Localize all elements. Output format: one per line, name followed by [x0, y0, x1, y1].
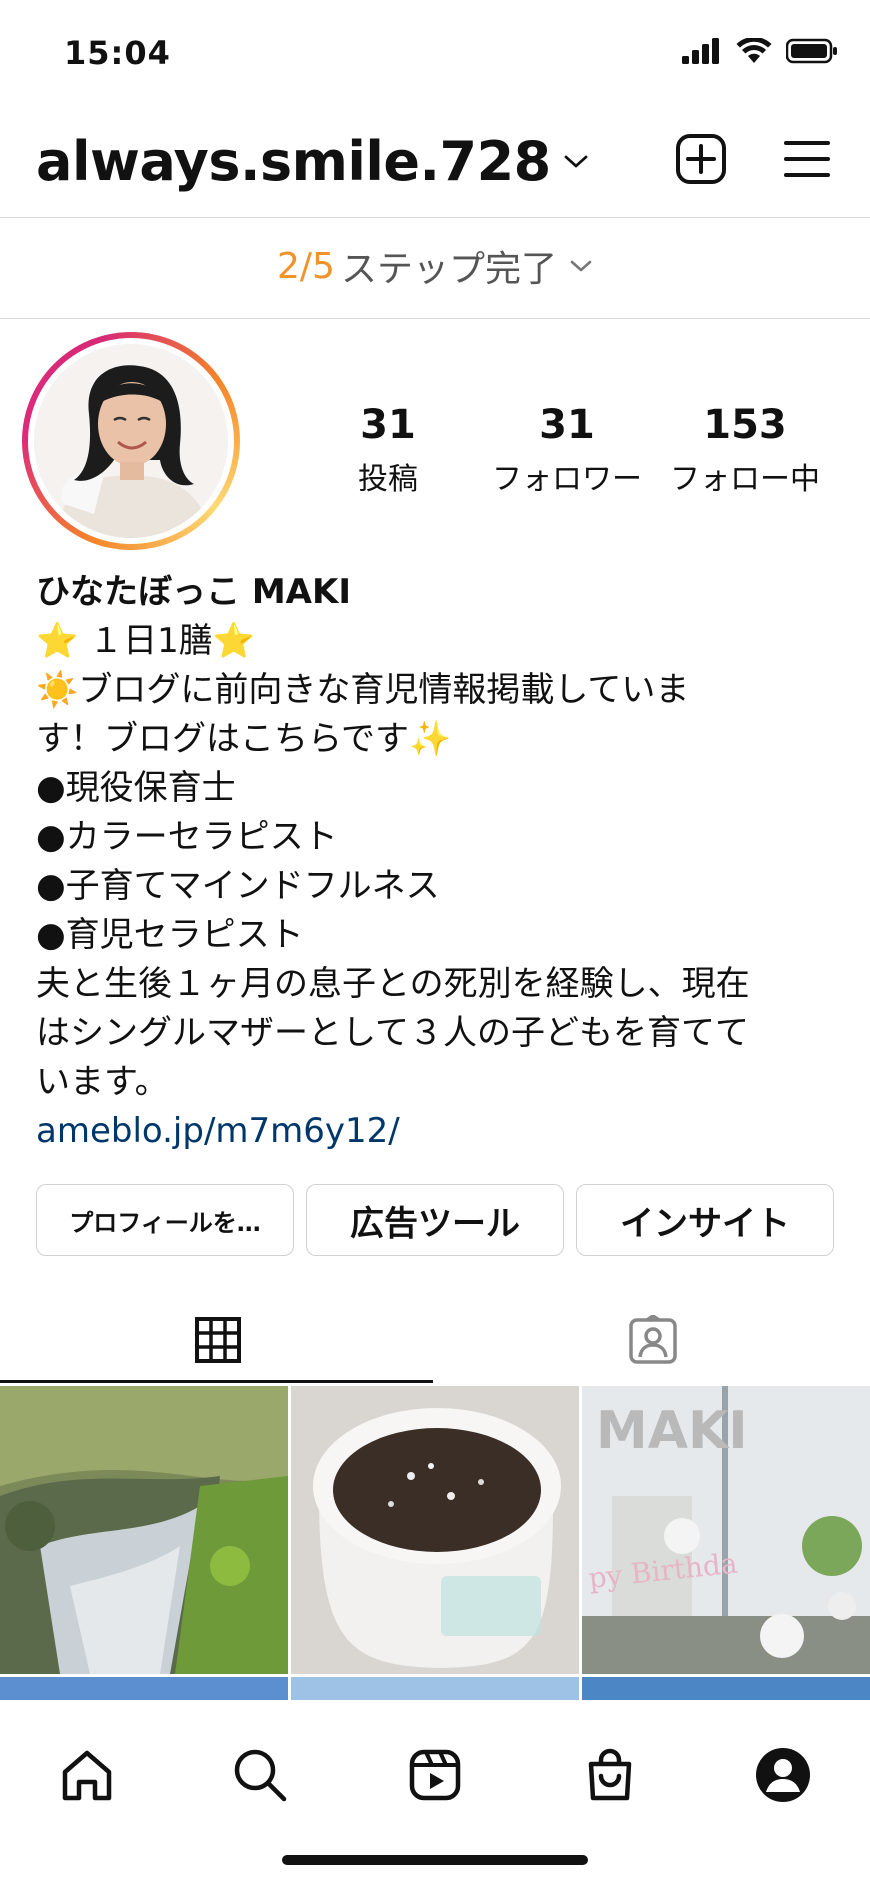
profile-avatar[interactable]: [22, 332, 240, 550]
bio-link[interactable]: ameblo.jp/m7m6y12/: [36, 1107, 836, 1156]
stat-following[interactable]: 153 フォロー中: [655, 402, 835, 498]
bio-line: 夫と生後１ヶ月の息子との死別を経験し、現在: [36, 964, 750, 1004]
post-thumbnail-stream[interactable]: [0, 1386, 288, 1674]
nav-home[interactable]: [52, 1740, 122, 1810]
search-icon: [234, 1749, 287, 1802]
active-tab-indicator: [0, 1380, 433, 1383]
display-name: ひなたぼっこ MAKI: [36, 572, 351, 612]
stat-followers-label: フォロワー: [492, 462, 642, 497]
battery-icon: [786, 38, 837, 64]
tab-grid[interactable]: [0, 1300, 435, 1380]
username: always.smile.728: [36, 130, 551, 193]
status-icons: [682, 38, 838, 64]
bio-line: ●現役保育士: [36, 768, 236, 808]
stat-following-count: 153: [703, 402, 787, 448]
steps-count: 2/5: [277, 245, 335, 287]
bio-line: ●カラーセラピスト: [36, 817, 338, 857]
stat-followers-count: 31: [539, 402, 595, 448]
signal-icon: [682, 38, 719, 64]
stat-posts-count: 31: [360, 402, 416, 448]
wifi-icon: [736, 38, 772, 63]
header-divider: [0, 217, 870, 218]
shopping-bag-icon: [588, 1748, 632, 1801]
tagged-person-icon: [628, 1315, 677, 1364]
bio-line: はシングルマザーとして３人の子どもを育てて: [36, 1013, 749, 1053]
home-icon: [62, 1750, 112, 1801]
create-post-button[interactable]: [674, 132, 728, 186]
edit-profile-button[interactable]: プロフィールを…: [36, 1184, 294, 1256]
stat-posts-label: 投稿: [358, 462, 418, 497]
tab-tagged[interactable]: [435, 1300, 870, 1380]
profile-icon: [756, 1748, 810, 1802]
bio-line: います。: [36, 1062, 169, 1102]
ad-tools-button[interactable]: 広告ツール: [306, 1184, 564, 1256]
nav-reels[interactable]: [400, 1740, 470, 1810]
steps-divider: [0, 318, 870, 319]
avatar-photo: [34, 344, 228, 538]
bio-line: ●子育てマインドフルネス: [36, 866, 440, 906]
steps-progress[interactable]: 2/5 ステップ完了: [0, 240, 870, 292]
profile-bio: ひなたぼっこ MAKI ⭐ １日1膳⭐ ☀️ブログに前向きな育児情報掲載していま…: [36, 568, 836, 1156]
menu-button[interactable]: [780, 132, 834, 186]
home-indicator: [282, 1855, 588, 1865]
nav-profile[interactable]: [748, 1740, 818, 1810]
chevron-down-icon: [570, 260, 592, 272]
plus-square-icon: [676, 134, 726, 184]
bio-line: ⭐ １日1膳⭐: [36, 621, 256, 661]
bio-line: ☀️ブログに前向きな育児情報掲載していま: [36, 670, 690, 710]
insights-button[interactable]: インサイト: [576, 1184, 834, 1256]
nav-shop[interactable]: [575, 1740, 645, 1810]
bio-line: ●育児セラピスト: [36, 915, 304, 955]
status-time: 15:04: [64, 34, 171, 72]
grid-icon: [194, 1317, 241, 1363]
steps-label: ステップ完了: [340, 249, 557, 290]
hamburger-menu-icon: [784, 141, 830, 177]
post-thumbnail-birthday[interactable]: MAKI py Birthda: [582, 1386, 870, 1674]
stat-following-label: フォロー中: [670, 462, 820, 497]
balloon-letters: MAKI: [596, 1401, 748, 1461]
stat-followers[interactable]: 31 フォロワー: [477, 402, 657, 498]
nav-search[interactable]: [225, 1740, 295, 1810]
chevron-down-icon: [564, 155, 588, 167]
reels-icon: [409, 1749, 461, 1801]
account-switcher[interactable]: always.smile.728: [36, 130, 589, 193]
stat-posts[interactable]: 31 投稿: [298, 402, 478, 498]
post-thumbnail-plant-pot[interactable]: [291, 1386, 579, 1674]
bio-line: す！ブログはこちらです✨: [36, 719, 452, 759]
